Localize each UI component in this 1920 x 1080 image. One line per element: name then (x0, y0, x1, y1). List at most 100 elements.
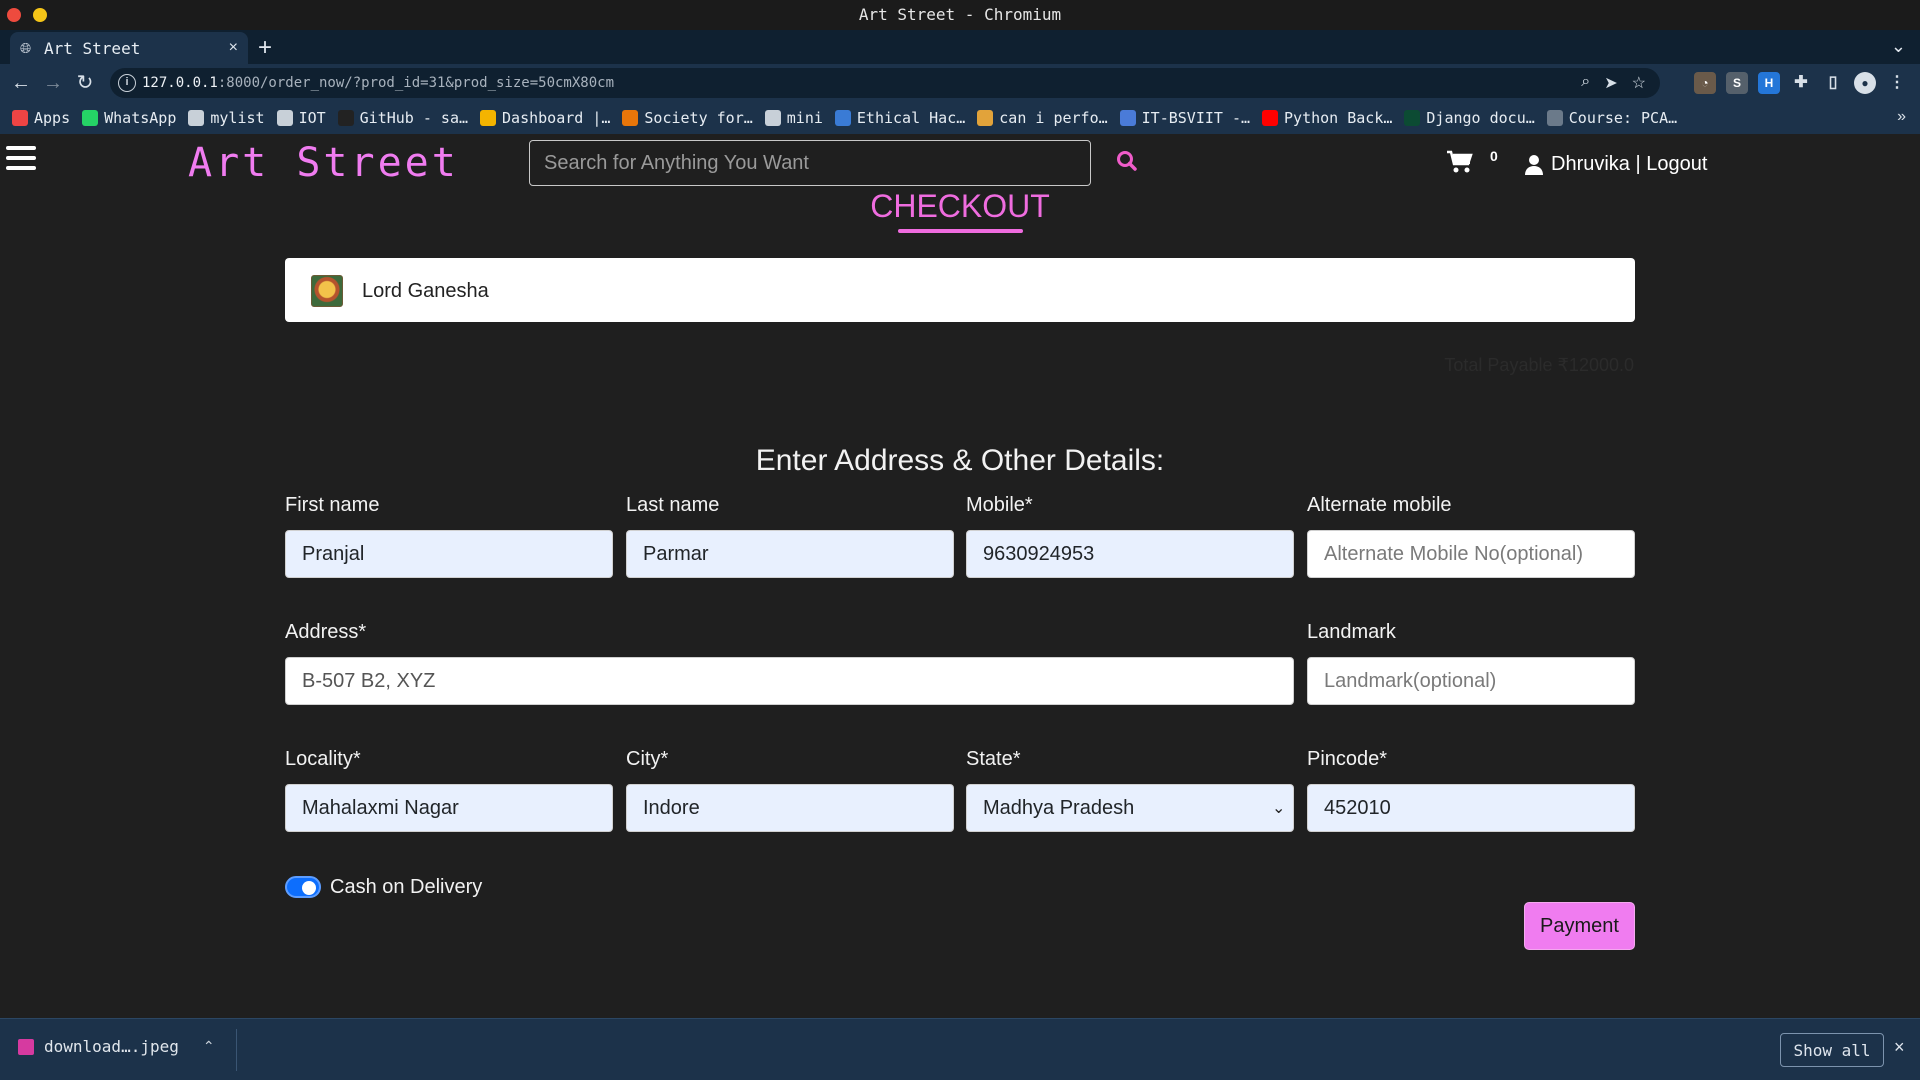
bookmark-star-icon[interactable]: ☆ (1632, 73, 1646, 93)
bookmark-label: Course: PCA… (1568, 109, 1678, 127)
ethical-hacking-icon (834, 110, 851, 126)
zoom-icon[interactable]: ⌕ (1581, 73, 1590, 93)
locality-label: Locality* (285, 748, 361, 770)
mobile-input[interactable] (966, 530, 1294, 578)
cart-count-badge: 0 (1490, 148, 1498, 164)
product-name: Lord Ganesha (362, 280, 489, 302)
address-section-title: Enter Address & Other Details: (755, 444, 1165, 477)
folder-icon (764, 110, 781, 126)
tab-search-chevron-icon[interactable]: ⌄ (1891, 36, 1906, 57)
download-divider (236, 1029, 237, 1071)
user-logout-link[interactable]: Dhruvika | Logout (1551, 153, 1707, 176)
bookmark-label: mylist (210, 109, 265, 127)
extension-avatar-icon[interactable]: ◔ (1694, 72, 1716, 94)
hamburger-menu-icon[interactable] (6, 146, 36, 172)
cash-on-delivery-label[interactable]: Cash on Delivery (330, 876, 482, 899)
city-label: City* (626, 748, 669, 770)
bookmark-item[interactable]: can i perfo… (977, 109, 1108, 127)
bookmark-item[interactable]: Dashboard |… (480, 109, 610, 127)
folder-icon (188, 110, 205, 126)
back-arrow-icon[interactable]: ← (8, 70, 34, 96)
bookmark-item[interactable]: Django docu… (1404, 109, 1535, 127)
apps-grid-icon (12, 110, 28, 126)
chevron-up-icon[interactable]: ⌃ (203, 1038, 215, 1055)
bookmark-label: GitHub - sa… (359, 109, 469, 127)
profile-avatar-icon[interactable]: ● (1854, 72, 1876, 94)
bookmark-label: Ethical Hac… (856, 109, 966, 127)
new-tab-button[interactable]: + (258, 34, 272, 62)
tab-close-icon[interactable]: × (229, 39, 238, 57)
bookmark-item[interactable]: Course: PCA… (1546, 109, 1678, 127)
pincode-input[interactable] (1307, 784, 1635, 832)
tab-title: Art Street (44, 38, 141, 58)
side-panel-icon[interactable]: ▯ (1822, 72, 1844, 94)
youtube-icon (1262, 110, 1279, 126)
bookmark-item[interactable]: Python Back… (1262, 109, 1392, 127)
reload-icon[interactable]: ↻ (72, 70, 98, 96)
cart-icon[interactable] (1446, 150, 1474, 181)
state-label: State* (966, 748, 1021, 770)
forward-arrow-icon[interactable]: → (40, 70, 66, 96)
locality-input[interactable] (285, 784, 613, 832)
course-icon (1546, 110, 1563, 126)
bookmark-item[interactable]: IOT (276, 109, 326, 127)
window-title: Art Street - Chromium (858, 5, 1062, 24)
bookmark-item[interactable]: mylist (188, 109, 265, 127)
extension-h-icon[interactable]: H (1758, 72, 1780, 94)
last-name-input[interactable] (626, 530, 954, 578)
landmark-input[interactable] (1307, 657, 1635, 705)
bookmark-item[interactable]: IT-BSVIIT -… (1119, 109, 1251, 127)
search-input[interactable] (529, 140, 1091, 186)
payment-button[interactable]: Payment (1524, 902, 1635, 950)
extension-s-icon[interactable]: S (1726, 72, 1748, 94)
dashboard-icon (480, 110, 497, 126)
cash-on-delivery-toggle[interactable] (285, 876, 321, 898)
bookmark-label: can i perfo… (999, 109, 1108, 127)
alternate-mobile-input[interactable] (1307, 530, 1635, 578)
product-summary-card: Lord Ganesha (285, 258, 1635, 322)
django-icon (1404, 110, 1421, 126)
bookmarks-overflow-icon[interactable]: » (1897, 108, 1906, 126)
address-bar[interactable]: i 127.0.0.1:8000/order_now/?prod_id=31&p… (110, 68, 1660, 98)
first-name-label: First name (285, 494, 380, 516)
bookmark-label: IT-BSVIIT -… (1141, 109, 1251, 127)
send-icon[interactable]: ➤ (1604, 73, 1617, 93)
bookmark-label: Apps (34, 109, 71, 127)
chrome-menu-icon[interactable]: ⋮ (1886, 72, 1908, 94)
classroom-icon (1119, 110, 1136, 126)
bookmark-item[interactable]: mini (764, 109, 823, 127)
url-text[interactable]: 127.0.0.1:8000/order_now/?prod_id=31&pro… (142, 75, 614, 91)
user-icon (1524, 154, 1544, 176)
site-info-icon[interactable]: i (118, 74, 136, 92)
site-logo[interactable]: Art Street (188, 140, 459, 186)
bookmark-item[interactable]: Ethical Hac… (834, 109, 966, 127)
stackexchange-icon (977, 110, 994, 126)
bookmark-item[interactable]: WhatsApp (82, 109, 176, 127)
search-icon[interactable] (1116, 150, 1140, 174)
tab-art-street[interactable]: 🌐︎ Art Street × (10, 32, 248, 64)
extensions-puzzle-icon[interactable]: ✚ (1790, 72, 1812, 94)
bookmark-item[interactable]: Society for… (622, 109, 753, 127)
close-downloads-icon[interactable]: × (1894, 1037, 1905, 1058)
state-select[interactable]: Madhya Pradesh (966, 784, 1294, 832)
checkout-page: Art Street 0 Dhruvika | Logout CHECKOUT … (0, 136, 1920, 1018)
last-name-label: Last name (626, 494, 720, 516)
bookmark-label: IOT (298, 109, 326, 127)
bookmarks-bar: Apps WhatsApp mylist IOT GitHub - sa… Dashboa… (0, 102, 1920, 134)
bookmark-label: Dashboard |… (502, 109, 611, 127)
address-input[interactable] (285, 657, 1294, 705)
show-all-downloads-button[interactable]: Show all (1780, 1033, 1884, 1067)
mobile-label: Mobile* (966, 494, 1033, 516)
bookmark-item[interactable]: Apps (12, 109, 70, 127)
checkout-heading: CHECKOUT (870, 188, 1050, 224)
address-label: Address* (285, 621, 367, 643)
alternate-mobile-label: Alternate mobile (1307, 494, 1452, 516)
download-item[interactable]: download….jpeg ⌃ (18, 1037, 215, 1056)
download-shelf: download….jpeg ⌃ Show all × (0, 1018, 1920, 1080)
globe-icon: 🌐︎ (20, 40, 32, 56)
download-filename[interactable]: download….jpeg (44, 1037, 179, 1056)
bookmark-item[interactable]: GitHub - sa… (337, 109, 469, 127)
first-name-input[interactable] (285, 530, 613, 578)
city-input[interactable] (626, 784, 954, 832)
image-file-icon (18, 1038, 34, 1055)
